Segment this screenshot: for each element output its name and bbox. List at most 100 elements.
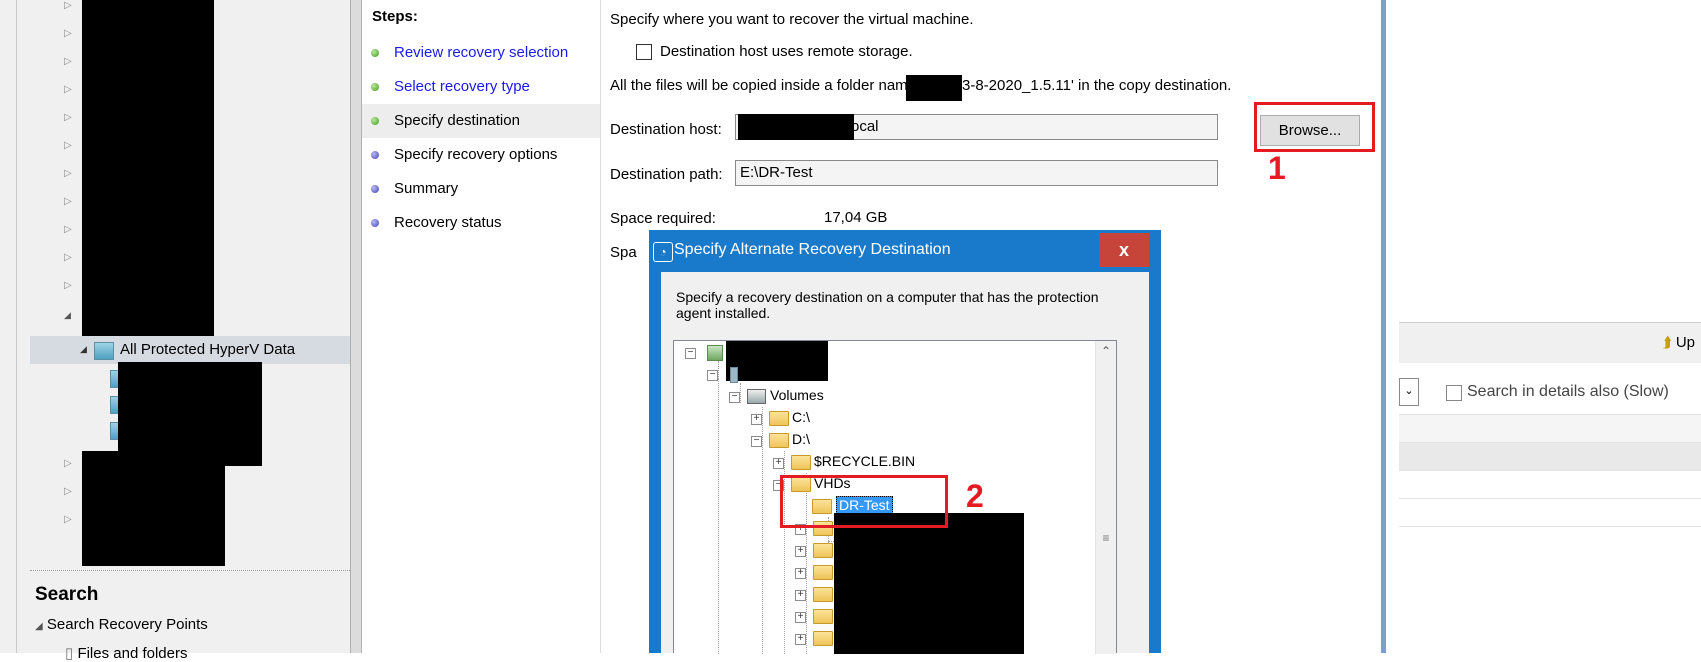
drive-folder-icon (769, 411, 789, 426)
step-label: Review recovery selection (394, 44, 569, 61)
up-button[interactable]: ⮭ Up (1663, 334, 1695, 351)
step-label: Summary (394, 180, 459, 197)
dialog-body: Specify a recovery destination on a comp… (661, 272, 1149, 654)
copy-note-suffix: 3-8-2020_1.5.11' in the copy destination… (962, 77, 1232, 94)
step-review-recovery-selection[interactable]: Review recovery selection (362, 36, 600, 70)
results-toolbar: ⮭ Up (1399, 322, 1701, 363)
nav-item-all-protected-hyperv-data[interactable]: ◢ All Protected HyperV Data (30, 336, 350, 364)
step-specify-destination[interactable]: Specify destination (362, 104, 600, 138)
search-recovery-points-label: Search Recovery Points (46, 616, 208, 633)
tree-line (762, 407, 763, 654)
pane-splitter[interactable] (350, 0, 362, 653)
files-and-folders-node[interactable]: ▯ Files and folders (65, 644, 188, 662)
up-button-label: Up (1675, 334, 1695, 351)
volumes-icon (747, 389, 766, 404)
expand-icon[interactable]: + (795, 634, 806, 645)
expand-arrow-icon[interactable]: ▷ (64, 458, 72, 469)
collapse-arrow-icon[interactable]: ◢ (64, 310, 71, 321)
destination-host-value: ocal (851, 118, 879, 135)
close-button[interactable]: x (1099, 233, 1149, 267)
tree-node-volumes[interactable]: Volumes (770, 387, 824, 403)
redacted-server-name (726, 341, 828, 381)
collapse-icon[interactable]: − (751, 436, 762, 447)
expand-arrow-icon[interactable]: ▷ (64, 224, 72, 235)
step-summary: Summary (362, 172, 600, 206)
collapse-icon[interactable]: − (707, 370, 718, 381)
step-specify-recovery-options: Specify recovery options (362, 138, 600, 172)
tree-line (718, 379, 719, 654)
results-row[interactable] (1399, 498, 1701, 527)
step-label: Recovery status (394, 214, 502, 231)
alternate-destination-dialog: ◔ Specify Alternate Recovery Destination… (649, 230, 1161, 654)
file-icon: ▯ (65, 645, 74, 662)
hyperv-data-icon (94, 342, 114, 360)
step-label: Specify recovery options (394, 146, 558, 163)
tree-node-c-drive[interactable]: C:\ (792, 409, 810, 425)
expand-arrow-icon[interactable]: ▷ (64, 28, 72, 39)
navigation-pane: ▷ ▷ ▷ ▷ ▷ ▷ ▷ ▷ ▷ ▷ ▷ ◢ ▷ ▷ ▷ ◢ All Prot… (0, 0, 350, 662)
intro-text: Specify where you want to recover the vi… (610, 11, 974, 28)
nav-border (16, 0, 17, 653)
expand-arrow-icon[interactable]: ▷ (64, 140, 72, 151)
space-required-label: Space required: (610, 210, 716, 227)
results-row[interactable] (1399, 470, 1701, 499)
expand-icon[interactable]: + (773, 458, 784, 469)
collapse-arrow-icon[interactable]: ◢ (35, 621, 43, 632)
collapse-arrow-icon[interactable]: ◢ (80, 344, 87, 355)
expand-icon[interactable]: + (751, 414, 762, 425)
collapse-icon[interactable]: − (729, 392, 740, 403)
dialog-description: Specify a recovery destination on a comp… (676, 289, 1099, 321)
remote-storage-label: Destination host uses remote storage. (660, 43, 913, 60)
folder-icon (813, 543, 833, 558)
scroll-thumb-grip-icon[interactable]: ≡ (1097, 531, 1115, 549)
tree-node-recycle-bin[interactable]: $RECYCLE.BIN (814, 453, 915, 469)
tree-scrollbar[interactable]: ⌃ ≡ (1095, 341, 1116, 654)
search-recovery-points-node[interactable]: ◢ Search Recovery Points (35, 616, 208, 633)
expand-icon[interactable]: + (795, 590, 806, 601)
space-required-value: 17,04 GB (824, 209, 888, 226)
results-pane: ⮭ Up ⌄ Search in details also (Slow) (1399, 0, 1701, 653)
step-pending-icon (371, 185, 379, 193)
expand-arrow-icon[interactable]: ▷ (64, 486, 72, 497)
expand-icon[interactable]: + (795, 546, 806, 557)
expand-arrow-icon[interactable]: ▷ (64, 84, 72, 95)
step-select-recovery-type[interactable]: Select recovery type (362, 70, 600, 104)
expand-arrow-icon[interactable]: ▷ (64, 168, 72, 179)
expand-arrow-icon[interactable]: ▷ (64, 0, 72, 11)
computer-icon (730, 367, 738, 383)
expand-arrow-icon[interactable]: ▷ (64, 280, 72, 291)
expand-arrow-icon[interactable]: ▷ (64, 514, 72, 525)
search-scope-dropdown[interactable]: ⌄ (1399, 378, 1419, 406)
server-tree-icon (707, 345, 723, 361)
results-row[interactable] (1399, 442, 1701, 471)
tree-line (718, 361, 719, 379)
destination-path-field[interactable]: E:\DR-Test (735, 160, 1218, 186)
remote-storage-checkbox[interactable] (636, 44, 652, 60)
expand-icon[interactable]: + (795, 568, 806, 579)
search-details-checkbox[interactable] (1446, 385, 1462, 401)
collapse-icon[interactable]: − (685, 348, 696, 359)
space-available-label: Spa (610, 244, 637, 261)
step-complete-icon (371, 49, 379, 57)
annotation-marker-2: 2 (966, 478, 984, 514)
annotation-box-2 (780, 475, 948, 528)
dpm-app-icon: ◔ (653, 242, 673, 262)
expand-arrow-icon[interactable]: ▷ (64, 56, 72, 67)
step-pending-icon (371, 151, 379, 159)
nav-item-label: All Protected HyperV Data (120, 341, 296, 358)
step-label: Select recovery type (394, 78, 530, 95)
redacted-folder-list (834, 513, 1024, 654)
annotation-box-1 (1254, 102, 1375, 152)
step-recovery-status: Recovery status (362, 206, 600, 240)
scroll-up-icon[interactable]: ⌃ (1097, 344, 1115, 362)
expand-arrow-icon[interactable]: ▷ (64, 112, 72, 123)
expand-icon[interactable]: + (795, 612, 806, 623)
folder-icon (813, 587, 833, 602)
steps-panel: Steps: Review recovery selection Select … (362, 0, 601, 653)
destination-path-label: Destination path: (610, 166, 723, 183)
results-row (1399, 526, 1701, 527)
destination-host-label: Destination host: (610, 121, 722, 138)
tree-node-d-drive[interactable]: D:\ (792, 431, 810, 447)
expand-arrow-icon[interactable]: ▷ (64, 252, 72, 263)
expand-arrow-icon[interactable]: ▷ (64, 196, 72, 207)
